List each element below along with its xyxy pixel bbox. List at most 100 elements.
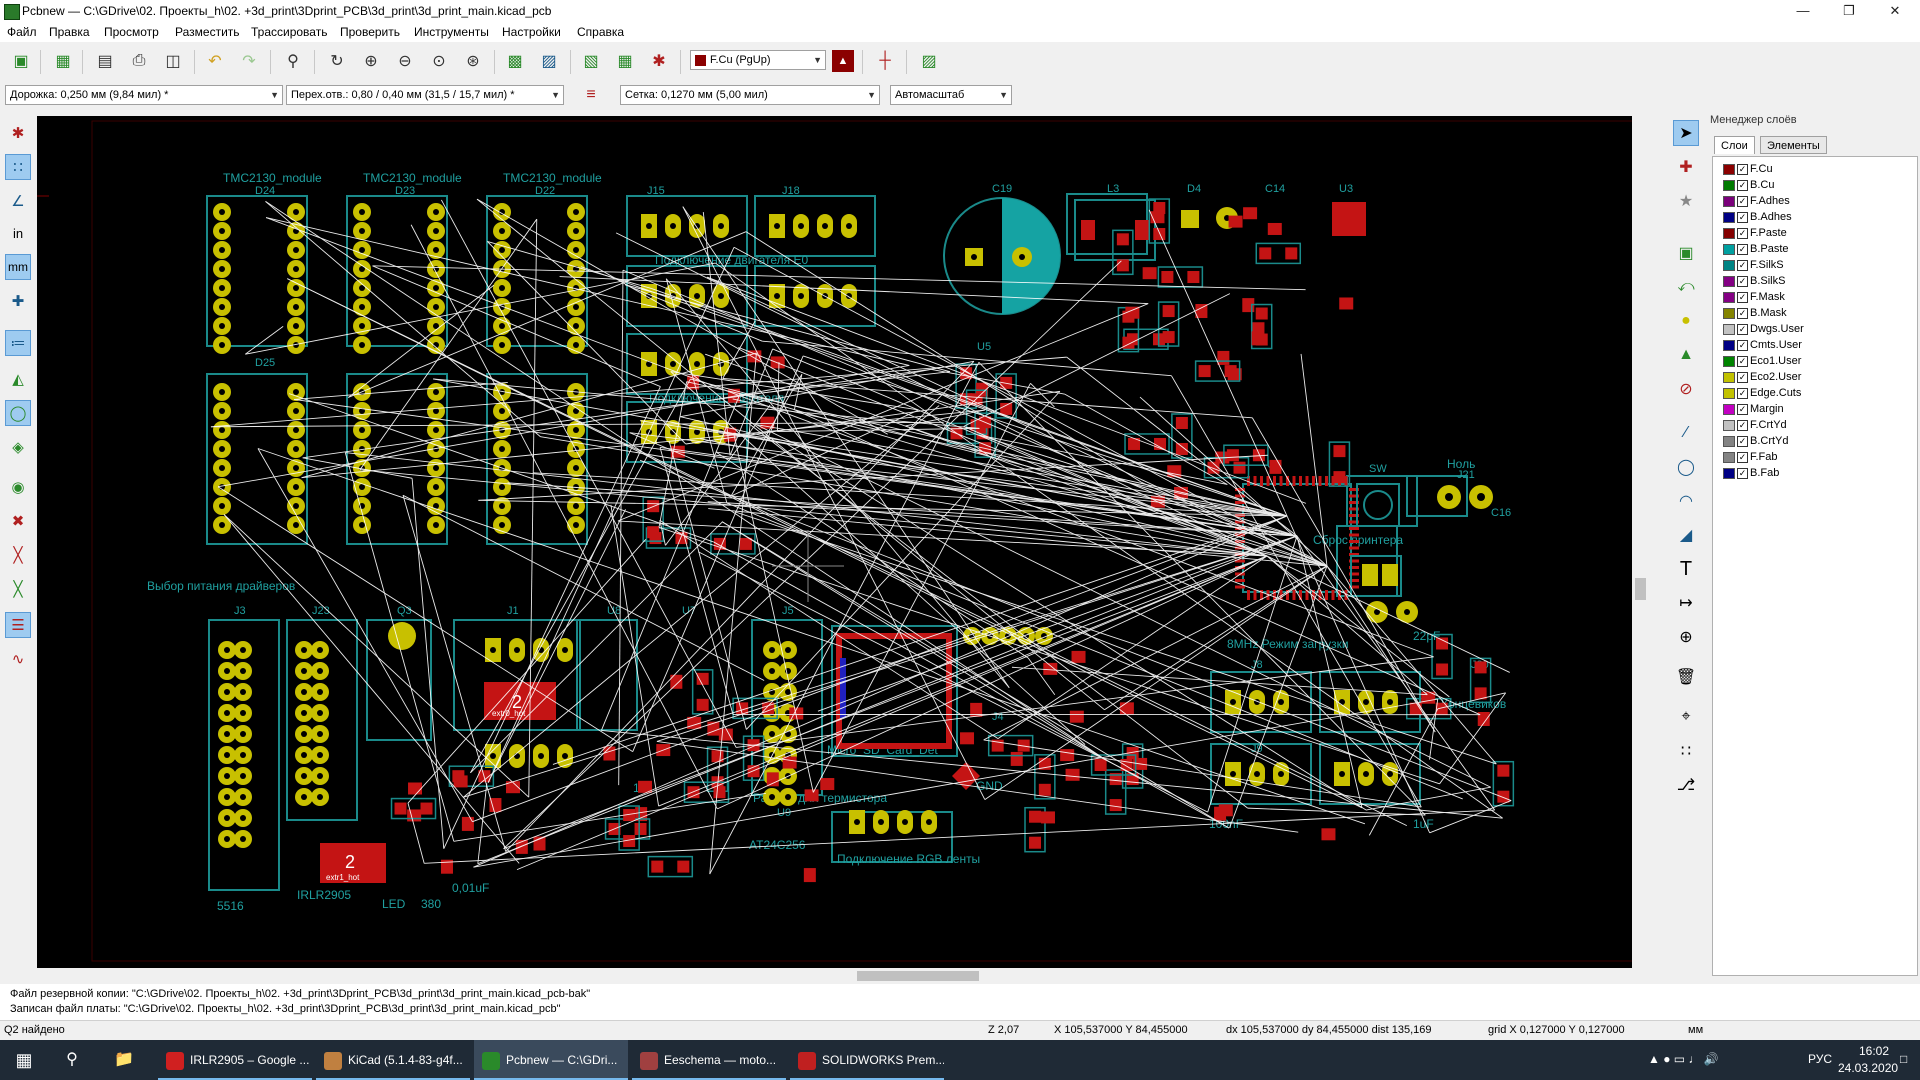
find-icon[interactable]: ⚲ xyxy=(280,48,306,74)
zoom-fit-icon[interactable]: ⊙ xyxy=(426,48,452,74)
drc-icon[interactable]: ✱ xyxy=(646,48,672,74)
layer-visibility-checkbox[interactable]: ✓ xyxy=(1737,227,1748,239)
add-text-icon[interactable]: T xyxy=(1673,556,1699,582)
undo-icon[interactable]: ↶ xyxy=(202,48,228,74)
page-settings-icon[interactable]: ▤ xyxy=(92,48,118,74)
layer-color-swatch[interactable] xyxy=(1723,371,1735,383)
layer-row[interactable]: ✓ Eco1.User xyxy=(1723,353,1801,369)
layer-visibility-checkbox[interactable]: ✓ xyxy=(1737,403,1748,415)
layer-color-swatch[interactable] xyxy=(1723,435,1735,447)
layer-color-swatch[interactable] xyxy=(1723,387,1735,399)
layer-color-swatch[interactable] xyxy=(1723,227,1735,239)
layer-row[interactable]: ✓ B.SilkS xyxy=(1723,273,1785,289)
taskbar-app[interactable]: Pcbnew — C:\GDri... xyxy=(474,1040,628,1080)
close-button[interactable]: ✕ xyxy=(1872,0,1918,22)
layer-color-swatch[interactable] xyxy=(1723,195,1735,207)
layer-row[interactable]: ✓ F.SilkS xyxy=(1723,257,1784,273)
layer-row[interactable]: ✓ B.Cu xyxy=(1723,177,1774,193)
highlight-net-icon[interactable]: ✚ xyxy=(1673,154,1699,180)
layer-visibility-checkbox[interactable]: ✓ xyxy=(1737,291,1748,303)
layer-row[interactable]: ✓ Margin xyxy=(1723,401,1784,417)
menu-place[interactable]: Разместить xyxy=(175,25,240,39)
restore-button[interactable]: ❐ xyxy=(1826,0,1872,22)
layer-color-swatch[interactable] xyxy=(1723,259,1735,271)
file-explorer-icon[interactable]: 📁 xyxy=(100,1040,148,1080)
print-icon[interactable]: ⎙ xyxy=(126,48,152,74)
layer-color-swatch[interactable] xyxy=(1723,179,1735,191)
units-mm-button[interactable]: mm xyxy=(5,254,31,280)
layer-color-swatch[interactable] xyxy=(1723,243,1735,255)
layer-row[interactable]: ✓ Eco2.User xyxy=(1723,369,1801,385)
tray-icons[interactable]: ▲ ● ▭ ♩ 🔊 xyxy=(1648,1052,1719,1066)
menu-view[interactable]: Просмотр xyxy=(104,25,159,39)
layer-pair-icon[interactable]: ▲ xyxy=(832,50,854,72)
local-ratsnest-icon[interactable]: ★ xyxy=(1673,188,1699,214)
footprint-viewer-icon[interactable]: ▨ xyxy=(536,48,562,74)
language-indicator[interactable]: РУС xyxy=(1808,1052,1832,1066)
auto-track-width-icon[interactable]: ≡ xyxy=(578,82,604,108)
delete-icon[interactable]: 🗑 xyxy=(1673,664,1699,690)
menu-help[interactable]: Справка xyxy=(577,25,624,39)
vertical-scrollbar[interactable] xyxy=(1632,116,1649,968)
layer-color-swatch[interactable] xyxy=(1723,291,1735,303)
menu-preferences[interactable]: Настройки xyxy=(502,25,561,39)
curved-ratsnest-icon[interactable]: ◭ xyxy=(5,366,31,392)
layer-visibility-checkbox[interactable]: ✓ xyxy=(1737,435,1748,447)
zoom-in-icon[interactable]: ⊕ xyxy=(358,48,384,74)
grid-toggle-icon[interactable]: ∷ xyxy=(5,154,31,180)
layer-visibility-checkbox[interactable]: ✓ xyxy=(1737,195,1748,207)
horizontal-scrollbar[interactable] xyxy=(37,968,1649,984)
add-circle-icon[interactable]: ◯ xyxy=(1673,454,1699,480)
layer-row[interactable]: ✓ F.Cu xyxy=(1723,161,1773,177)
layer-visibility-checkbox[interactable]: ✓ xyxy=(1737,451,1748,463)
layer-row[interactable]: ✓ B.Paste xyxy=(1723,241,1789,257)
menu-edit[interactable]: Правка xyxy=(49,25,90,39)
track-width-select[interactable]: Дорожка: 0,250 мм (9,84 мил) * ▼ xyxy=(5,85,283,105)
add-arc-icon[interactable]: ◠ xyxy=(1673,488,1699,514)
layer-color-swatch[interactable] xyxy=(1723,275,1735,287)
layer-select[interactable]: F.Cu (PgUp) ▼ xyxy=(690,50,826,70)
layer-color-swatch[interactable] xyxy=(1723,467,1735,479)
measure-icon[interactable]: ⎇ xyxy=(1673,772,1699,798)
layer-visibility-checkbox[interactable]: ✓ xyxy=(1737,467,1748,479)
select-tool-icon[interactable]: ➤ xyxy=(1673,120,1699,146)
taskbar-app[interactable]: IRLR2905 – Google ... xyxy=(158,1040,312,1080)
taskbar-app[interactable]: Eeschema — moto... xyxy=(632,1040,786,1080)
menu-file[interactable]: Файл xyxy=(7,25,37,39)
notifications-icon[interactable]: □ xyxy=(1900,1052,1907,1066)
layer-row[interactable]: ✓ F.Adhes xyxy=(1723,193,1790,209)
microwave-icon[interactable]: ┼ xyxy=(872,48,898,74)
pcb-canvas[interactable]: TMC2130_module TMC2130_module TMC2130_mo… xyxy=(37,116,1649,968)
grid-origin-icon[interactable]: ∷ xyxy=(1673,738,1699,764)
layer-color-swatch[interactable] xyxy=(1723,451,1735,463)
add-zone-icon[interactable]: ▲ xyxy=(1673,342,1699,368)
taskbar-app[interactable]: KiCad (5.1.4-83-g4f... xyxy=(316,1040,470,1080)
polar-coords-icon[interactable]: ∠ xyxy=(5,188,31,214)
netlist-icon[interactable]: ▧ xyxy=(578,48,604,74)
layer-row[interactable]: ✓ B.Adhes xyxy=(1723,209,1792,225)
tab-layers[interactable]: Слои xyxy=(1714,136,1755,154)
layer-row[interactable]: ✓ B.CrtYd xyxy=(1723,433,1789,449)
drc-markers-icon[interactable]: ✱ xyxy=(5,120,31,146)
new-board-icon[interactable]: ▦ xyxy=(50,48,76,74)
layer-visibility-checkbox[interactable]: ✓ xyxy=(1737,259,1748,271)
layer-color-swatch[interactable] xyxy=(1723,339,1735,351)
layer-color-swatch[interactable] xyxy=(1723,355,1735,367)
layer-row[interactable]: ✓ B.Mask xyxy=(1723,305,1787,321)
layer-row[interactable]: ✓ Cmts.User xyxy=(1723,337,1802,353)
via-size-select[interactable]: Перех.отв.: 0,80 / 0,40 мм (31,5 / 15,7 … xyxy=(286,85,564,105)
layer-row[interactable]: ✓ Dwgs.User xyxy=(1723,321,1804,337)
vias-sketch-icon[interactable]: ✖ xyxy=(5,508,31,534)
layer-row[interactable]: ✓ B.Fab xyxy=(1723,465,1779,481)
layer-color-swatch[interactable] xyxy=(1723,419,1735,431)
clock-date[interactable]: 24.03.2020 xyxy=(1838,1061,1898,1075)
layer-color-swatch[interactable] xyxy=(1723,163,1735,175)
add-line-icon[interactable]: ∕ xyxy=(1673,420,1699,446)
layer-visibility-checkbox[interactable]: ✓ xyxy=(1737,163,1748,175)
layer-visibility-checkbox[interactable]: ✓ xyxy=(1737,211,1748,223)
plot-icon[interactable]: ◫ xyxy=(160,48,186,74)
add-dimension-icon[interactable]: ↦ xyxy=(1673,590,1699,616)
high-contrast-icon[interactable]: ╳ xyxy=(5,576,31,602)
tab-items[interactable]: Элементы xyxy=(1760,136,1827,154)
tracks-sketch-icon[interactable]: ╳ xyxy=(5,542,31,568)
